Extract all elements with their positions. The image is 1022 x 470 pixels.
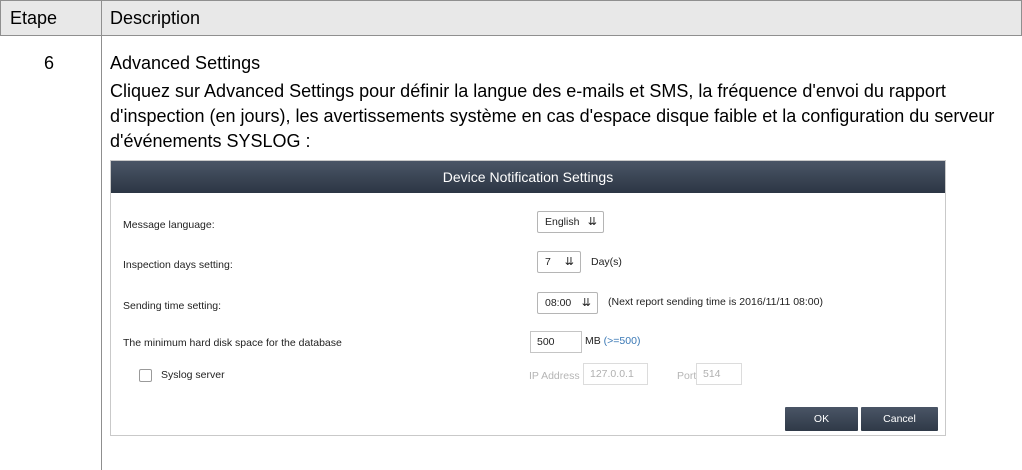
min-disk-unit-line: MB (>=500) [585,335,640,347]
next-report-note: (Next report sending time is 2016/11/11 … [608,296,823,308]
ip-address-input[interactable]: 127.0.0.1 [583,363,648,385]
dialog-title: Device Notification Settings [111,161,945,193]
header-description: Description [110,8,201,28]
ok-button[interactable]: OK [785,407,858,431]
min-disk-hint: (>=500) [603,335,641,347]
device-notification-settings-dialog: Device Notification Settings Message lan… [110,160,946,436]
inspection-days-label: Inspection days setting: [123,259,233,271]
step-text-intro: Cliquez sur [110,81,205,101]
column-divider [101,0,102,470]
inspection-days-value: 7 [545,256,551,268]
step-title: Advanced Settings [110,53,261,73]
double-chevron-down-icon: ⇊ [581,297,591,309]
step-text-emphasis: Advanced Settings [204,81,355,101]
sending-time-select[interactable]: 08:00 ⇊ [537,292,598,314]
inspection-days-unit: Day(s) [591,256,622,268]
port-input[interactable]: 514 [696,363,742,385]
step-number: 6 [44,53,55,73]
min-disk-value: 500 [537,336,555,348]
min-disk-label: The minimum hard disk space for the data… [123,337,342,349]
table-left-border [0,0,1,36]
min-disk-unit: MB [585,335,601,347]
step-description: Cliquez sur Advanced Settings pour défin… [110,79,1010,154]
ip-address-label: IP Address [529,370,580,382]
sending-time-value: 08:00 [545,297,572,309]
message-language-label: Message language: [123,219,215,231]
message-language-value: English [545,216,580,228]
double-chevron-down-icon: ⇊ [564,256,574,268]
min-disk-input[interactable]: 500 [530,331,582,353]
syslog-checkbox[interactable] [139,369,152,382]
syslog-label: Syslog server [161,369,225,381]
port-value: 514 [703,368,721,380]
sending-time-label: Sending time setting: [123,300,222,312]
step-table: Etape Description 6 Advanced Settings Cl… [0,0,1022,470]
port-label: Port [677,370,697,382]
cancel-button[interactable]: Cancel [861,407,938,431]
ip-address-value: 127.0.0.1 [590,368,634,380]
inspection-days-select[interactable]: 7 ⇊ [537,251,581,273]
double-chevron-down-icon: ⇊ [587,216,597,228]
header-etape: Etape [10,8,58,28]
message-language-select[interactable]: English ⇊ [537,211,604,233]
table-header: Etape Description [0,0,1022,36]
